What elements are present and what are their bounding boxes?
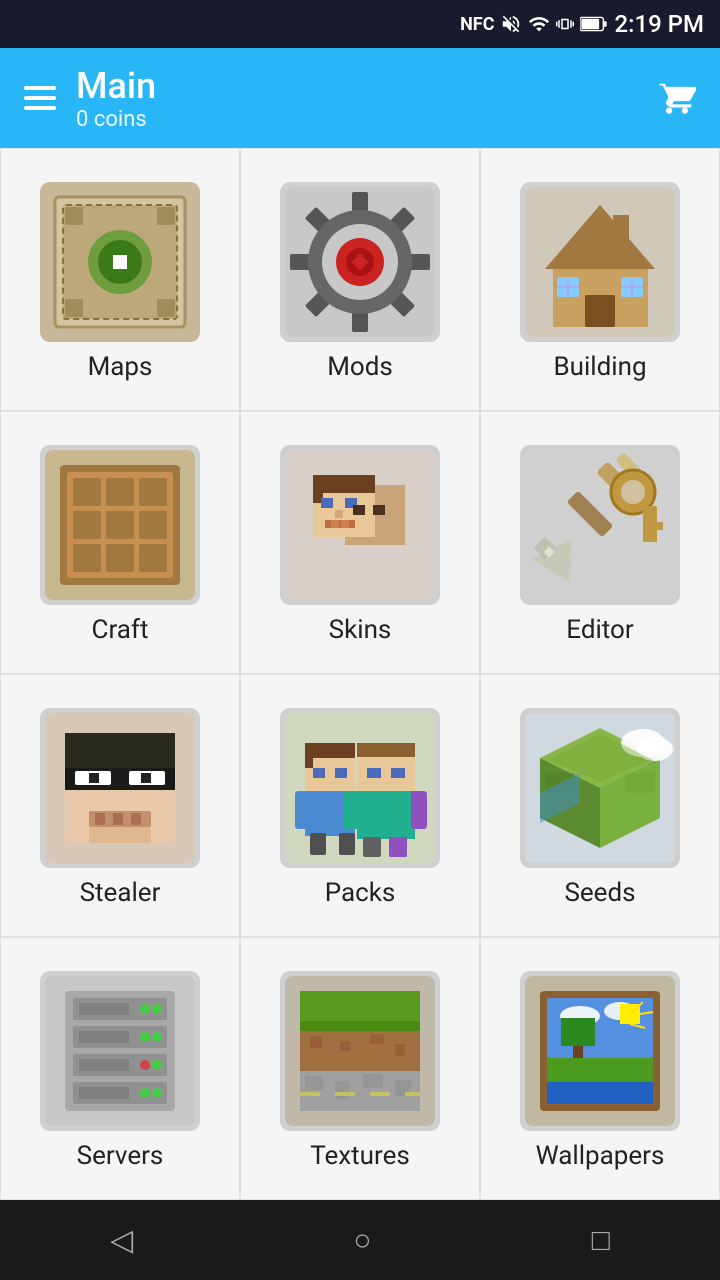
header-title-block: Main 0 coins bbox=[76, 65, 156, 132]
grid-item-building[interactable]: Building bbox=[480, 148, 720, 411]
grid-item-textures[interactable]: Textures bbox=[240, 937, 480, 1200]
skins-label: Skins bbox=[329, 615, 392, 645]
back-button[interactable]: ◁ bbox=[86, 1215, 157, 1266]
grid-item-servers[interactable]: Servers bbox=[0, 937, 240, 1200]
grid-item-maps[interactable]: Maps bbox=[0, 148, 240, 411]
maps-icon bbox=[40, 182, 200, 342]
status-icons: NFC 2:19 PM bbox=[460, 10, 704, 38]
craft-icon bbox=[40, 445, 200, 605]
mute-icon bbox=[500, 13, 522, 35]
stealer-icon bbox=[40, 708, 200, 868]
menu-button[interactable] bbox=[24, 86, 56, 110]
building-label: Building bbox=[553, 352, 646, 382]
grid-item-craft[interactable]: Craft bbox=[0, 411, 240, 674]
packs-icon bbox=[280, 708, 440, 868]
servers-icon bbox=[40, 971, 200, 1131]
app-title: Main bbox=[76, 65, 156, 107]
seeds-label: Seeds bbox=[564, 878, 635, 908]
grid-item-editor[interactable]: Editor bbox=[480, 411, 720, 674]
coins-label: 0 coins bbox=[76, 107, 156, 132]
editor-label: Editor bbox=[566, 615, 633, 645]
grid-item-skins[interactable]: Skins bbox=[240, 411, 480, 674]
seeds-icon bbox=[520, 708, 680, 868]
wallpapers-label: Wallpapers bbox=[536, 1141, 665, 1171]
app-header: Main 0 coins bbox=[0, 48, 720, 148]
grid-item-seeds[interactable]: Seeds bbox=[480, 674, 720, 937]
grid-item-wallpapers[interactable]: Wallpapers bbox=[480, 937, 720, 1200]
nfc-icon: NFC bbox=[460, 14, 494, 35]
grid-item-stealer[interactable]: Stealer bbox=[0, 674, 240, 937]
vibrate-icon bbox=[556, 13, 574, 35]
building-icon bbox=[520, 182, 680, 342]
maps-label: Maps bbox=[88, 352, 153, 382]
textures-label: Textures bbox=[310, 1141, 410, 1171]
home-button[interactable]: ○ bbox=[329, 1215, 395, 1266]
mods-icon bbox=[280, 182, 440, 342]
cart-button[interactable] bbox=[658, 79, 696, 117]
editor-icon bbox=[520, 445, 680, 605]
craft-label: Craft bbox=[92, 615, 149, 645]
packs-label: Packs bbox=[325, 878, 396, 908]
status-time: 2:19 PM bbox=[614, 10, 704, 38]
recent-button[interactable]: □ bbox=[568, 1215, 634, 1266]
servers-label: Servers bbox=[77, 1141, 164, 1171]
status-bar: NFC 2:19 PM bbox=[0, 0, 720, 48]
mods-label: Mods bbox=[327, 352, 393, 382]
grid-item-packs[interactable]: Packs bbox=[240, 674, 480, 937]
battery-icon bbox=[580, 15, 608, 33]
header-left: Main 0 coins bbox=[24, 65, 156, 132]
textures-icon bbox=[280, 971, 440, 1131]
bottom-nav: ◁ ○ □ bbox=[0, 1200, 720, 1280]
stealer-label: Stealer bbox=[80, 878, 161, 908]
skins-icon bbox=[280, 445, 440, 605]
grid-item-mods[interactable]: Mods bbox=[240, 148, 480, 411]
wifi-icon bbox=[528, 13, 550, 35]
wallpapers-icon bbox=[520, 971, 680, 1131]
main-grid: Maps bbox=[0, 148, 720, 1200]
